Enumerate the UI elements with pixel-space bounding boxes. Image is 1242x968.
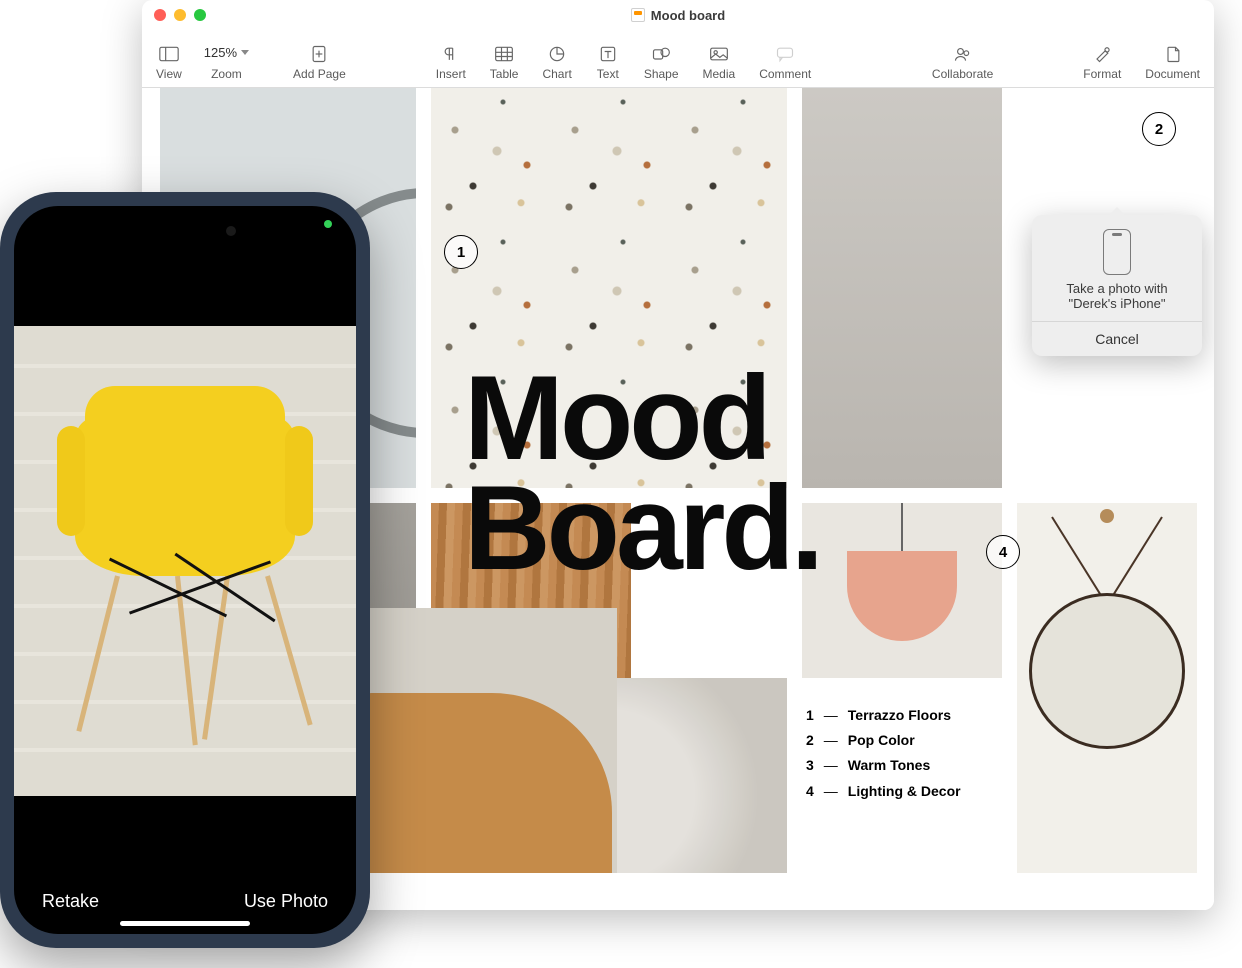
document-icon [631, 8, 645, 22]
zoom-value[interactable]: 125% [196, 40, 257, 64]
window-zoom-button[interactable] [194, 9, 206, 21]
camera-preview[interactable] [14, 326, 356, 796]
add-page-button[interactable]: Add Page [293, 44, 346, 81]
image-couch[interactable] [362, 608, 617, 873]
legend-label: Pop Color [848, 728, 915, 753]
window-minimize-button[interactable] [174, 9, 186, 21]
window-title: Mood board [651, 8, 725, 23]
callout-4[interactable]: 4 [986, 535, 1020, 569]
camera-active-indicator [324, 220, 332, 228]
collaborate-button[interactable]: Collaborate [932, 44, 993, 81]
table-icon [492, 44, 516, 64]
legend-num: 4 [806, 779, 814, 804]
view-button[interactable]: View [156, 44, 182, 81]
phone-outline-icon [1103, 229, 1131, 275]
image-lamp[interactable] [802, 503, 1002, 678]
comment-icon [773, 44, 797, 64]
iphone-screen: Retake Use Photo [14, 206, 356, 934]
toolbar: View 125% Zoom Add Page Insert Table [142, 30, 1214, 88]
text-button[interactable]: Text [596, 44, 620, 81]
legend-label: Lighting & Decor [848, 779, 961, 804]
media-icon [707, 44, 731, 64]
format-icon [1090, 44, 1114, 64]
popover-cancel-button[interactable]: Cancel [1032, 321, 1202, 356]
comment-button: Comment [759, 44, 811, 81]
home-indicator[interactable] [120, 921, 250, 926]
add-page-icon [307, 44, 331, 64]
popover-text-line-1: Take a photo with [1044, 281, 1190, 296]
headline[interactable]: Mood Board. [464, 363, 820, 584]
use-photo-button[interactable]: Use Photo [244, 891, 328, 912]
insert-button[interactable]: Insert [436, 44, 466, 81]
callout-1[interactable]: 1 [444, 235, 478, 269]
callout-2[interactable]: 2 [1142, 112, 1176, 146]
titlebar: Mood board [142, 0, 1214, 30]
legend-label: Warm Tones [848, 753, 930, 778]
table-button[interactable]: Table [490, 44, 519, 81]
shape-button[interactable]: Shape [644, 44, 679, 81]
chair-photo-content [55, 376, 315, 736]
legend[interactable]: 1—Terrazzo Floors 2—Pop Color 3—Warm Ton… [806, 703, 961, 804]
chevron-down-icon [241, 50, 249, 55]
retake-button[interactable]: Retake [42, 891, 99, 912]
shape-icon [649, 44, 673, 64]
paragraph-icon [439, 44, 463, 64]
chart-button[interactable]: Chart [542, 44, 571, 81]
document-button[interactable]: Document [1145, 44, 1200, 81]
image-concrete[interactable] [802, 88, 1002, 488]
popover-text-line-2: "Derek's iPhone" [1044, 296, 1190, 311]
headline-line-2: Board. [464, 473, 820, 583]
text-icon [596, 44, 620, 64]
collaborate-icon [951, 44, 975, 64]
media-button[interactable]: Media [703, 44, 736, 81]
iphone-device: Retake Use Photo [0, 192, 370, 948]
legend-num: 3 [806, 753, 814, 778]
legend-label: Terrazzo Floors [848, 703, 951, 728]
image-round-mirror[interactable] [1017, 503, 1197, 873]
legend-num: 1 [806, 703, 814, 728]
legend-num: 2 [806, 728, 814, 753]
sidebar-icon [157, 44, 181, 64]
document-icon [1161, 44, 1185, 64]
window-close-button[interactable] [154, 9, 166, 21]
headline-line-1: Mood [464, 363, 820, 473]
format-button[interactable]: Format [1083, 44, 1121, 81]
dynamic-island [120, 216, 250, 246]
chart-icon [545, 44, 569, 64]
zoom-button[interactable]: 125% Zoom [196, 40, 257, 81]
continuity-camera-popover: Take a photo with "Derek's iPhone" Cance… [1032, 215, 1202, 356]
